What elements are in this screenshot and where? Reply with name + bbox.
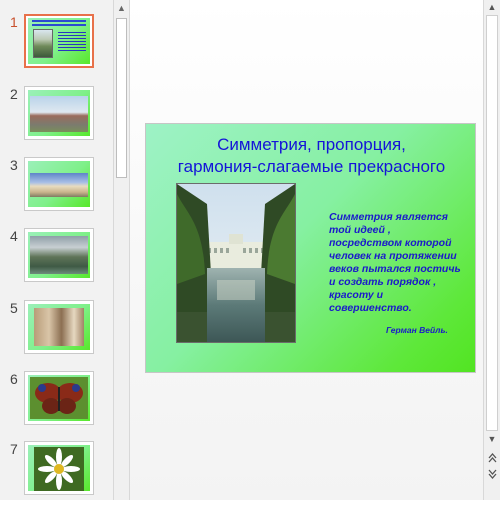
- thumbnail-number: 3: [10, 157, 18, 173]
- slide-title-line-2: гармония-слагаемые прекрасного: [177, 157, 446, 176]
- thumbnail-row-7[interactable]: 7: [0, 441, 113, 507]
- thumbnail-number: 7: [10, 441, 18, 457]
- thumbnail-scrollbar-thumb[interactable]: [116, 18, 127, 178]
- thumbnail-row-1[interactable]: 1: [0, 14, 113, 80]
- slide-canvas[interactable]: Симметрия, пропорция, гармония-слагаемые…: [145, 123, 476, 373]
- thumbnail-scrollbar[interactable]: ▲: [113, 0, 130, 500]
- scroll-down-icon[interactable]: ▼: [484, 432, 500, 446]
- thumbnail-number: 1: [10, 14, 18, 30]
- thumbnail-row-6[interactable]: 6: [0, 371, 113, 437]
- thumbnail-row-3[interactable]: 3: [0, 157, 113, 223]
- thumbnail-number: 5: [10, 300, 18, 316]
- thumbnail-row-4[interactable]: 4: [0, 228, 113, 294]
- thumbnail-preview: [28, 375, 90, 421]
- slide-title-line-1: Симметрия, пропорция,: [217, 135, 406, 154]
- slide-thumbnail-3[interactable]: [24, 157, 94, 211]
- next-slide-icon[interactable]: [484, 467, 500, 481]
- thumbnail-text-block: [58, 32, 86, 52]
- palace-canal-photo[interactable]: [176, 183, 296, 343]
- scroll-up-icon[interactable]: ▲: [484, 0, 500, 14]
- thumbnail-photo: [34, 447, 84, 491]
- palace-canal-image: [177, 184, 295, 342]
- thumbnail-row-5[interactable]: 5: [0, 300, 113, 366]
- slide-quote[interactable]: Симметрия является той идеей , посредств…: [329, 211, 461, 315]
- thumbnail-photo: [30, 236, 88, 274]
- thumbnail-title-line: [32, 24, 86, 26]
- thumbnail-title-line: [32, 20, 86, 22]
- slide-editing-area: Симметрия, пропорция, гармония-слагаемые…: [130, 0, 483, 500]
- thumbnail-preview: [28, 445, 90, 491]
- thumbnail-photo: [30, 377, 88, 419]
- thumbnail-preview: [28, 90, 90, 136]
- editor-scrollbar[interactable]: ▲ ▼: [483, 0, 500, 500]
- thumbnail-preview: [28, 232, 90, 278]
- thumbnail-photo: [30, 173, 88, 197]
- slide-thumbnail-7[interactable]: [24, 441, 94, 495]
- slide-thumbnail-6[interactable]: [24, 371, 94, 425]
- slide-quote-author[interactable]: Герман Вейль.: [386, 325, 448, 335]
- thumbnail-photo: [34, 308, 84, 346]
- previous-slide-icon[interactable]: [484, 451, 500, 465]
- slide-thumbnail-pane: 1 2 3 4 5 6 7: [0, 0, 113, 500]
- scroll-up-icon[interactable]: ▲: [114, 0, 129, 15]
- slide-thumbnail-4[interactable]: [24, 228, 94, 282]
- daisy-icon: [38, 448, 80, 490]
- thumbnail-number: 4: [10, 228, 18, 244]
- slide-thumbnail-2[interactable]: [24, 86, 94, 140]
- thumbnail-number: 2: [10, 86, 18, 102]
- thumbnail-row-2[interactable]: 2: [0, 86, 113, 152]
- slide-thumbnail-5[interactable]: [24, 300, 94, 354]
- butterfly-icon: [35, 383, 83, 414]
- thumbnail-photo: [33, 29, 53, 58]
- thumbnail-preview: [28, 18, 90, 64]
- editor-scrollbar-thumb[interactable]: [486, 15, 498, 431]
- thumbnail-number: 6: [10, 371, 18, 387]
- slide-title[interactable]: Симметрия, пропорция, гармония-слагаемые…: [146, 134, 475, 178]
- slide-thumbnail-1[interactable]: [24, 14, 94, 68]
- thumbnail-preview: [28, 304, 90, 350]
- thumbnail-preview: [28, 161, 90, 207]
- thumbnail-photo: [30, 96, 88, 132]
